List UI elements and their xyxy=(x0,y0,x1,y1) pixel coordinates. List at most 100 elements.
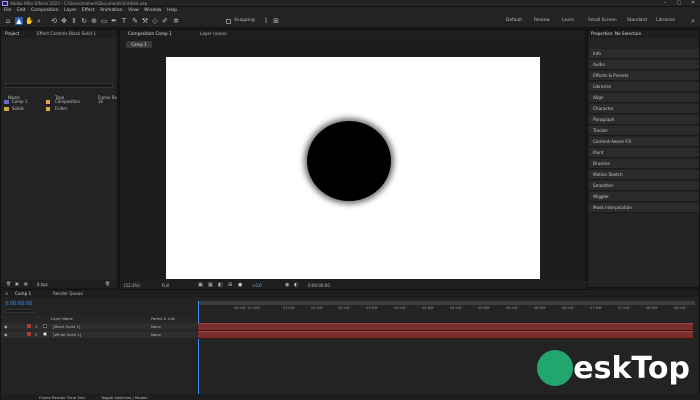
selection-tool-icon[interactable]: ▲ xyxy=(15,17,23,25)
trash-icon[interactable]: 🗑 xyxy=(6,281,11,286)
tab-layer[interactable]: Layer (none) xyxy=(200,31,227,36)
pen-tool-icon[interactable]: ✒ xyxy=(110,17,118,25)
visibility-icon[interactable]: ◉ xyxy=(4,332,8,337)
tab-comp-1[interactable]: Comp 1 xyxy=(15,291,31,296)
playhead[interactable] xyxy=(198,301,202,400)
menu-view[interactable]: View xyxy=(128,7,138,14)
puppet-tool-icon[interactable]: ✲ xyxy=(172,17,180,25)
menu-file[interactable]: File xyxy=(4,7,11,14)
composition-canvas[interactable] xyxy=(166,57,540,279)
comp-timecode[interactable]: 0:00:00:00 xyxy=(308,283,330,288)
workspace-learn[interactable]: Learn xyxy=(562,18,574,24)
orbit-tool-icon[interactable]: ⟲ xyxy=(50,17,58,25)
folder-icon[interactable]: ▣ xyxy=(15,281,19,286)
roto-brush-tool-icon[interactable]: ✐ xyxy=(161,17,169,25)
clone-stamp-tool-icon[interactable]: ⚒ xyxy=(141,17,149,25)
layer-name[interactable]: [White Solid 1] xyxy=(53,332,81,337)
region-icon[interactable]: ▣ xyxy=(198,282,203,288)
snapshot-icon[interactable]: ◉ xyxy=(285,282,289,288)
menu-effect[interactable]: Effect xyxy=(82,7,95,14)
work-area-bar[interactable] xyxy=(198,301,695,305)
tab-effect-controls[interactable]: Effect Controls Black Solid 1 xyxy=(37,31,96,36)
rectangle-tool-icon[interactable]: ▭ xyxy=(100,17,108,25)
panel-info[interactable]: Info xyxy=(589,49,699,59)
snapping-checkbox[interactable] xyxy=(226,19,231,24)
panel-libraries[interactable]: Libraries xyxy=(589,82,699,92)
mask-visibility-icon[interactable]: ◧ xyxy=(218,282,223,288)
workspace-standard[interactable]: Standard xyxy=(627,18,647,24)
tab-render-queue[interactable]: Render Queue xyxy=(53,291,83,296)
panel-brushes[interactable]: Brushes xyxy=(589,159,699,169)
menu-animation[interactable]: Animation xyxy=(100,7,122,14)
pan-tool-icon[interactable]: ✥ xyxy=(60,17,68,25)
rotate-tool-icon[interactable]: ↻ xyxy=(80,17,88,25)
transparency-grid-icon[interactable]: ▦ xyxy=(208,282,213,288)
guides-icon[interactable]: ⊞ xyxy=(228,282,232,288)
project-search-input[interactable] xyxy=(5,83,113,88)
type-tool-icon[interactable]: T xyxy=(120,17,128,25)
layer-name[interactable]: [Black Solid 1] xyxy=(53,324,80,329)
menu-composition[interactable]: Composition xyxy=(31,7,58,14)
project-item-name[interactable]: Comp 1 xyxy=(12,99,28,104)
new-comp-icon[interactable]: ▦ xyxy=(24,281,28,286)
label-swatch[interactable] xyxy=(27,324,31,328)
layer-row[interactable]: ◉ 1 [Black Solid 1] None xyxy=(1,323,197,330)
workspace-small-screen[interactable]: Small Screen xyxy=(588,18,617,24)
anchor-tool-icon[interactable]: ⊕ xyxy=(90,17,98,25)
panel-mask-interpolation[interactable]: Mask Interpolation xyxy=(589,203,699,213)
menu-edit[interactable]: Edit xyxy=(17,7,26,14)
visibility-icon[interactable]: ◉ xyxy=(4,324,8,329)
panel-paint[interactable]: Paint xyxy=(589,148,699,158)
timeline-search-input[interactable] xyxy=(5,309,35,313)
panel-motion-sketch[interactable]: Motion Sketch xyxy=(589,170,699,180)
label-swatch[interactable] xyxy=(27,332,31,336)
snap-icon[interactable]: ⌇ xyxy=(262,17,270,25)
zoom-tool-icon[interactable]: ⌕ xyxy=(35,17,43,25)
zoom-dropdown[interactable]: (52.3%) xyxy=(124,283,140,288)
parent-select[interactable]: None xyxy=(151,332,161,337)
hand-tool-icon[interactable]: ✋ xyxy=(25,17,34,25)
panel-smoother[interactable]: Smoother xyxy=(589,181,699,191)
show-snapshot-icon[interactable]: ◐ xyxy=(294,282,298,288)
panel-paragraph[interactable]: Paragraph xyxy=(589,115,699,125)
timeline-timecode[interactable]: 0:00:00:00 xyxy=(5,301,32,307)
panel-tracker[interactable]: Tracker xyxy=(589,126,699,136)
bit-depth-label[interactable]: 8 bpc xyxy=(37,282,48,287)
black-circle-layer[interactable] xyxy=(307,121,391,201)
delete-icon[interactable]: 🗑 xyxy=(105,281,110,286)
panel-align[interactable]: Align xyxy=(589,93,699,103)
resolution-dropdown[interactable]: Full xyxy=(162,283,169,288)
panel-wiggler[interactable]: Wiggler xyxy=(589,192,699,202)
panel-audio[interactable]: Audio xyxy=(589,60,699,70)
search-icon[interactable]: ⌕ xyxy=(689,17,697,25)
brush-tool-icon[interactable]: ✎ xyxy=(131,17,139,25)
workspace-review[interactable]: Review xyxy=(534,18,550,24)
exposure-value[interactable]: +0.0 xyxy=(252,283,262,288)
menu-window[interactable]: Window xyxy=(144,7,161,14)
maximize-icon[interactable]: ▢ xyxy=(672,0,686,7)
menu-help[interactable]: Help xyxy=(167,7,177,14)
panel-effects-presets[interactable]: Effects & Presets xyxy=(589,71,699,81)
eraser-tool-icon[interactable]: ◇ xyxy=(151,17,159,25)
tab-composition[interactable]: Composition Comp 1 xyxy=(128,31,172,36)
project-item-name[interactable]: Solids xyxy=(12,106,24,111)
channel-icon[interactable]: ● xyxy=(238,282,242,288)
panel-character[interactable]: Character xyxy=(589,104,699,114)
comp-breadcrumb[interactable]: Comp 1 xyxy=(126,41,152,48)
tab-project[interactable]: Project xyxy=(5,31,19,36)
parent-select[interactable]: None xyxy=(151,324,161,329)
snap-grid-icon[interactable]: ⊞ xyxy=(272,17,280,25)
layer-duration-bar[interactable] xyxy=(198,331,693,339)
time-ruler[interactable]: 00:15f 01:00f 01:15f 02:00f 02:15f 03:00… xyxy=(198,306,695,312)
layer-duration-bar[interactable] xyxy=(198,323,693,331)
close-tab-icon[interactable]: ✕ xyxy=(5,291,8,296)
menu-layer[interactable]: Layer xyxy=(64,7,76,14)
panel-content-aware-fill[interactable]: Content-Aware Fill xyxy=(589,137,699,147)
layer-row[interactable]: ◉ 2 [White Solid 1] None xyxy=(1,331,197,338)
workspace-libraries[interactable]: Libraries xyxy=(656,18,675,24)
workspace-default[interactable]: Default xyxy=(506,18,522,24)
dolly-tool-icon[interactable]: ⇕ xyxy=(70,17,78,25)
minimize-icon[interactable]: – xyxy=(658,0,672,7)
toggle-switches-modes[interactable]: Toggle Switches / Modes xyxy=(101,395,147,400)
close-icon[interactable]: ✕ xyxy=(686,0,700,7)
